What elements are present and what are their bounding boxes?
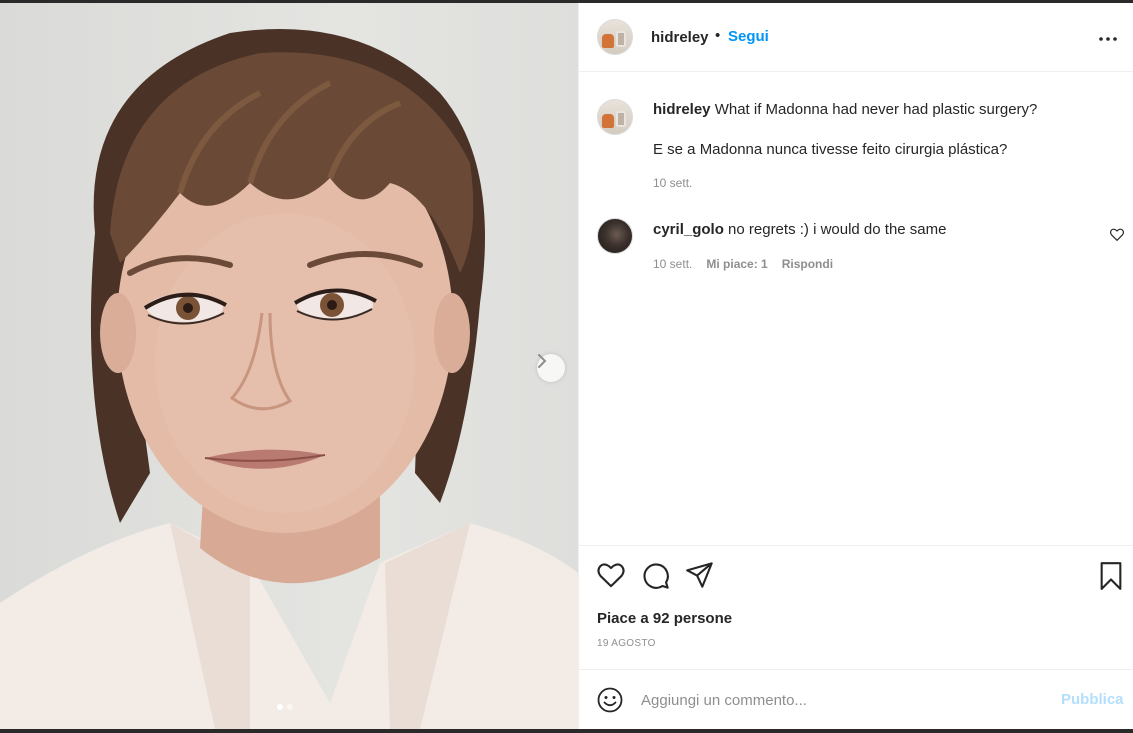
post-photo[interactable] — [0, 3, 578, 729]
comment-line: cyril_golo no regrets :) i would do the … — [653, 221, 946, 238]
post-header: hidreley • Segui — [579, 3, 1133, 72]
carousel-dot — [287, 704, 293, 710]
comment-input[interactable] — [641, 688, 1041, 712]
comment-like-button[interactable] — [1110, 228, 1124, 246]
share-button[interactable] — [686, 562, 714, 593]
caption-translation: E se a Madonna nunca tivesse feito cirur… — [653, 141, 1008, 158]
caption-username[interactable]: hidreley — [653, 101, 711, 118]
carousel-indicator — [277, 704, 293, 710]
comment-avatar[interactable] — [597, 218, 633, 254]
comment-button[interactable] — [642, 562, 670, 595]
caption-text: What if Madonna had never had plastic su… — [714, 101, 1038, 118]
header-separator: • — [715, 27, 721, 44]
avatar[interactable] — [597, 19, 633, 55]
reply-button[interactable]: Rispondi — [782, 257, 833, 271]
next-photo-button[interactable] — [537, 354, 565, 382]
caption-timestamp[interactable]: 10 sett. — [653, 176, 692, 190]
comment-likes[interactable]: Mi piace: 1 — [706, 257, 767, 271]
post-actions: Piace a 92 persone 19 AGOSTO — [579, 545, 1133, 670]
comment-meta: 10 sett. Mi piace: 1 Rispondi — [653, 257, 833, 271]
emoji-icon — [597, 687, 623, 713]
comment-timestamp[interactable]: 10 sett. — [653, 257, 692, 271]
comment-text: no regrets :) i would do the same — [728, 221, 947, 238]
save-button[interactable] — [1099, 562, 1123, 595]
caption-line: hidreley What if Madonna had never had p… — [653, 101, 1037, 118]
chevron-right-icon — [538, 354, 547, 368]
follow-button[interactable]: Segui — [728, 28, 769, 45]
like-button[interactable] — [597, 562, 625, 593]
post-details-panel: hidreley • Segui hidreley What if Madonn… — [578, 3, 1133, 729]
likes-count[interactable]: Piace a 92 persone — [597, 610, 732, 627]
more-options-icon[interactable] — [1099, 25, 1117, 46]
portrait-image — [0, 29, 578, 729]
publish-button[interactable]: Pubblica — [1061, 691, 1124, 708]
add-comment-bar: Pubblica — [579, 669, 1133, 730]
header-username[interactable]: hidreley — [651, 29, 709, 46]
caption-avatar[interactable] — [597, 99, 633, 135]
heart-icon — [1110, 228, 1124, 242]
comment-username[interactable]: cyril_golo — [653, 221, 724, 238]
comment-icon — [643, 563, 669, 589]
window-bottom-border — [0, 729, 1133, 733]
bookmark-icon — [1100, 562, 1122, 590]
more-horizontal-icon — [1099, 37, 1117, 41]
post-date[interactable]: 19 AGOSTO — [597, 638, 656, 649]
share-icon — [686, 562, 713, 588]
emoji-button[interactable] — [597, 687, 623, 718]
heart-icon — [597, 563, 625, 588]
carousel-dot-active — [277, 704, 283, 710]
